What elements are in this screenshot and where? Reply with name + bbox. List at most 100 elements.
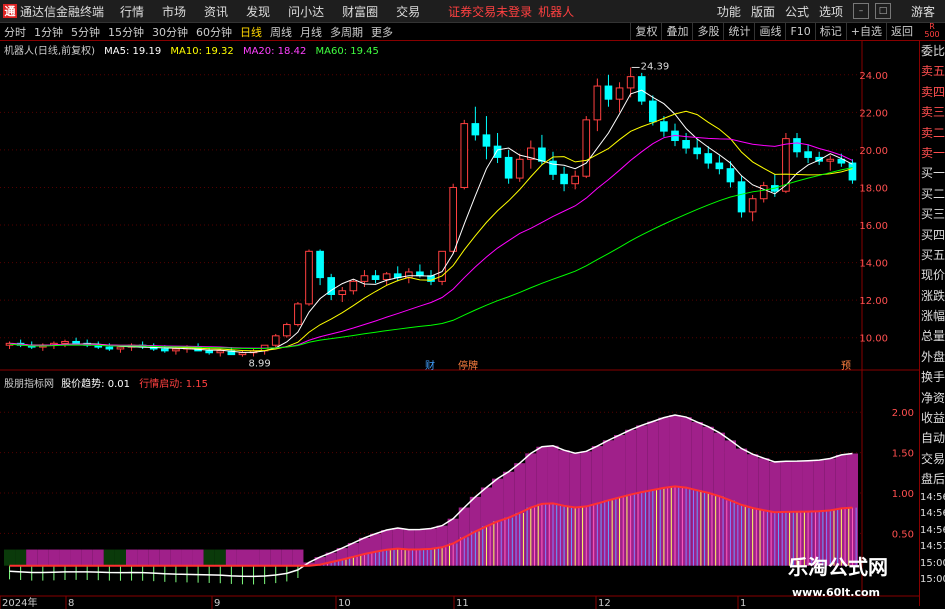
candle-body xyxy=(759,185,768,200)
sidebar-item[interactable]: 卖二 xyxy=(920,123,945,143)
base-block xyxy=(137,549,149,566)
sidebar-item[interactable]: 买一 xyxy=(920,163,945,183)
price-tick-label: 20.00 xyxy=(859,146,888,157)
suspension-marker: 停牌 xyxy=(458,359,478,372)
candle-body xyxy=(305,250,313,305)
candle-body xyxy=(626,76,635,89)
sidebar-item[interactable]: 买三 xyxy=(920,204,945,224)
candle-body xyxy=(172,348,180,352)
sidebar-item[interactable]: 买四 xyxy=(920,225,945,245)
candle-body xyxy=(382,273,391,280)
sidebar-item[interactable]: 卖五 xyxy=(920,61,945,81)
candle-body xyxy=(604,85,613,100)
candle-body xyxy=(660,121,668,132)
candle-body xyxy=(205,350,214,354)
candle-body xyxy=(282,324,291,337)
ma20-label: MA20: 18.42 xyxy=(242,46,307,57)
sidebar-item[interactable]: 现价 xyxy=(920,265,945,285)
date-tick-label: 1 xyxy=(740,598,746,609)
candle-body xyxy=(637,76,646,102)
base-block xyxy=(114,549,126,566)
base-block xyxy=(214,549,226,566)
candle-body xyxy=(294,303,302,326)
indicator-name: 股朋指标网 xyxy=(4,379,54,390)
candle-body xyxy=(72,340,80,344)
kline-chart[interactable]: 24.0022.0020.0018.0016.0014.0012.0010.00… xyxy=(0,0,945,609)
sidebar-item[interactable]: 盘后 xyxy=(920,469,945,489)
sidebar-item[interactable]: 买二 xyxy=(920,184,945,204)
base-block xyxy=(225,549,237,566)
tick-time: 14:56 xyxy=(920,524,945,536)
ma5-label: MA5: 19.19 xyxy=(104,46,162,57)
sidebar-item[interactable]: 卖三 xyxy=(920,102,945,122)
candle-body xyxy=(804,151,812,158)
sidebar-item[interactable]: 净资 xyxy=(920,388,945,408)
sidebar-item[interactable]: 交易 xyxy=(920,449,945,469)
sidebar-item[interactable]: 买五 xyxy=(920,245,945,265)
candles xyxy=(5,67,857,357)
sidebar-item[interactable]: 外盘 xyxy=(920,347,945,367)
sidebar-item[interactable]: 委比 xyxy=(920,41,945,61)
candle-body xyxy=(116,346,125,350)
candle-body xyxy=(693,147,702,155)
base-block xyxy=(270,549,282,566)
base-block xyxy=(70,549,82,566)
sidebar-item[interactable]: 换手 xyxy=(920,367,945,387)
price-tick-label: 14.00 xyxy=(859,259,888,270)
base-block xyxy=(203,549,215,566)
candle-body xyxy=(615,87,624,100)
sidebar-item[interactable]: 卖四 xyxy=(920,82,945,102)
base-block xyxy=(81,549,93,566)
base-block xyxy=(37,549,49,566)
candle-body xyxy=(538,147,546,162)
candle-body xyxy=(493,145,502,158)
base-block xyxy=(148,549,160,566)
tick-time: 15:00 xyxy=(920,557,945,569)
watermark-url: www.60lt.com xyxy=(792,586,881,599)
candle-body xyxy=(704,153,713,164)
candle-body xyxy=(238,352,247,356)
tick-time: 14:57 xyxy=(920,541,945,553)
ma10-line xyxy=(9,110,853,352)
date-tick-label: 11 xyxy=(456,598,469,609)
main-legend: 机器人(日线,前复权) MA5: 19.19 MA10: 19.32 MA20:… xyxy=(4,42,379,57)
base-block xyxy=(126,549,138,566)
base-block xyxy=(292,549,304,566)
date-tick-label: 2024年 xyxy=(2,596,37,609)
candle-body xyxy=(349,280,358,292)
candle-body xyxy=(216,350,225,354)
sidebar-item[interactable]: 涨跌 xyxy=(920,286,945,306)
candle-body xyxy=(271,335,280,346)
base-block xyxy=(170,549,182,566)
base-block xyxy=(259,549,271,566)
high-annotation: 24.39 xyxy=(641,61,670,72)
candle-body xyxy=(61,340,69,344)
quote-sidebar: 委比 卖五 卖四 卖三 卖二 卖一 买一 买二 买三 买四 买五 现价 涨跌 涨… xyxy=(919,41,945,606)
price-tick-label: 24.00 xyxy=(859,71,888,82)
ma60-label: MA60: 19.45 xyxy=(315,46,379,57)
sidebar-item[interactable]: 自动 xyxy=(920,428,945,448)
stock-period-label: 机器人(日线,前复权) xyxy=(4,46,95,57)
date-tick-label: 9 xyxy=(214,598,220,609)
indicator-panel xyxy=(4,414,858,585)
tick-time: 15:00 xyxy=(920,574,945,586)
sidebar-item[interactable]: 收益 xyxy=(920,408,945,428)
candle-body xyxy=(571,175,580,185)
candle-body xyxy=(593,85,602,121)
candle-body xyxy=(360,275,369,282)
base-block xyxy=(59,549,71,566)
candle-body xyxy=(737,181,746,213)
price-tick-label: 18.00 xyxy=(859,183,888,194)
candle-body xyxy=(715,162,724,170)
sidebar-item[interactable]: 卖一 xyxy=(920,143,945,163)
candle-body xyxy=(560,173,568,185)
candle-body xyxy=(648,100,657,123)
candle-body xyxy=(449,186,458,252)
base-block xyxy=(4,549,16,566)
watermark-title: 乐淘公式网 xyxy=(788,555,888,579)
sidebar-item[interactable]: 涨幅 xyxy=(920,306,945,326)
candle-body xyxy=(460,123,469,188)
candle-body xyxy=(160,348,169,352)
indicator-tick-label: 1.50 xyxy=(892,449,914,460)
sidebar-item[interactable]: 总量 xyxy=(920,326,945,346)
